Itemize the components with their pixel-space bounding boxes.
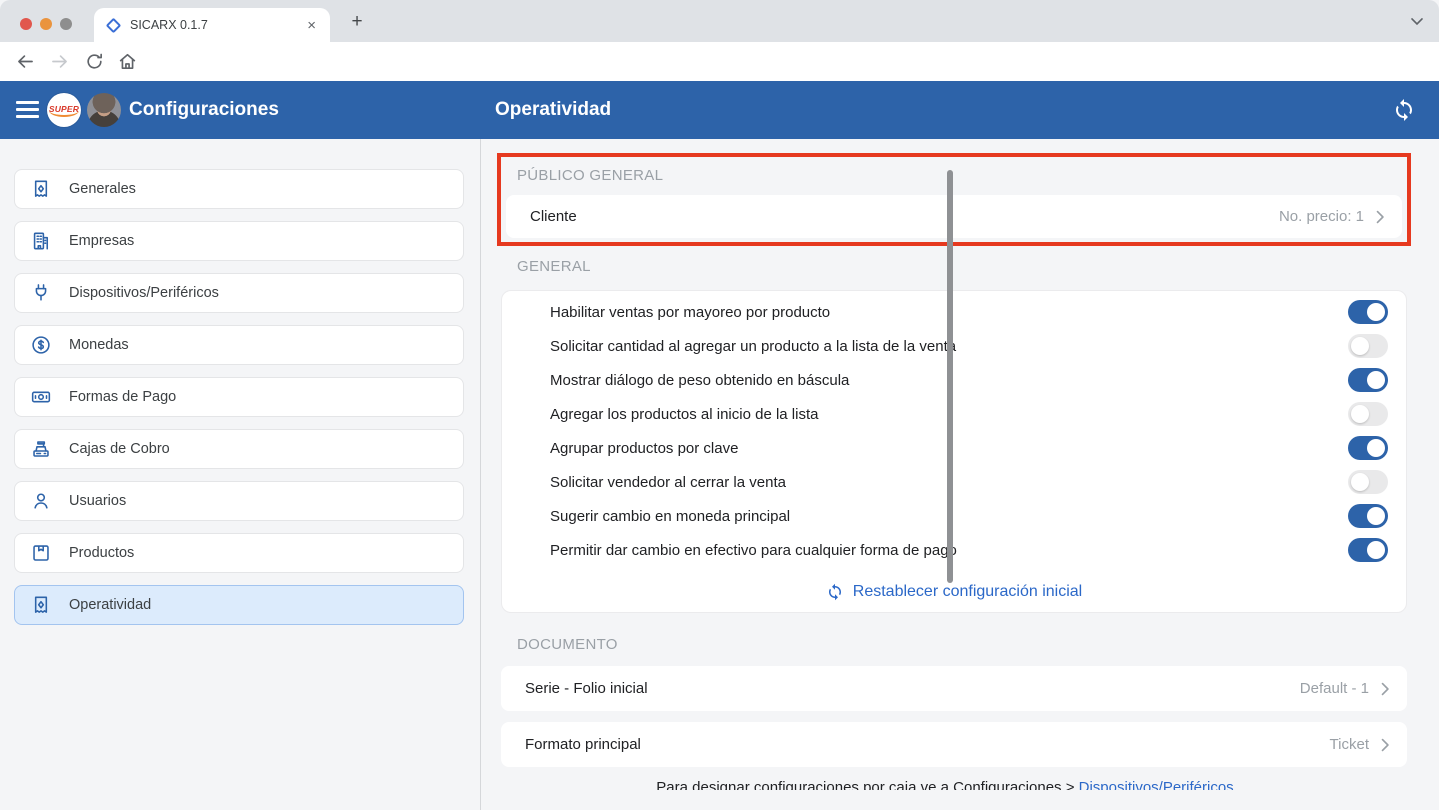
receipt-icon — [30, 178, 52, 200]
home-icon[interactable] — [117, 51, 138, 72]
toggle-row: Permitir dar cambio en efectivo para cua… — [502, 533, 1406, 567]
cliente-row[interactable]: Cliente No. precio: 1 — [506, 195, 1402, 238]
close-tab-icon[interactable]: × — [303, 17, 320, 34]
section-heading-publico-general: PÚBLICO GENERAL — [517, 167, 663, 184]
row-label: Serie - Folio inicial — [525, 680, 1300, 697]
formato-principal-row[interactable]: Formato principal Ticket — [501, 722, 1407, 767]
sidebar-item-cajas-de-cobro[interactable]: Cajas de Cobro — [14, 429, 464, 469]
chevron-right-icon — [1375, 735, 1395, 755]
browser-toolbar: app.sicarx.com/settings/operability — [0, 42, 1439, 81]
cash-register-icon — [30, 438, 52, 460]
minimize-window-button[interactable] — [40, 18, 52, 30]
toggle-switch-5-off[interactable] — [1348, 470, 1388, 494]
site-favicon-icon — [106, 17, 122, 33]
window-controls — [20, 17, 80, 35]
section-heading-documento: DOCUMENTO — [517, 636, 618, 653]
user-avatar[interactable] — [87, 93, 121, 127]
sidebar-item-monedas[interactable]: Monedas — [14, 325, 464, 365]
page-title: Operatividad — [495, 81, 611, 139]
settings-content: PÚBLICO GENERAL Cliente No. precio: 1 GE… — [481, 139, 1439, 810]
refresh-icon[interactable] — [1392, 98, 1416, 122]
sidebar-item-operatividad[interactable]: Operatividad — [14, 585, 464, 625]
toggle-switch-2-on[interactable] — [1348, 368, 1388, 392]
chevron-right-icon — [1370, 207, 1390, 227]
toggle-switch-6-on[interactable] — [1348, 504, 1388, 528]
toggle-switch-7-on[interactable] — [1348, 538, 1388, 562]
reset-config-label: Restablecer configuración inicial — [853, 583, 1082, 601]
menu-icon[interactable] — [16, 101, 39, 118]
banknote-icon — [30, 386, 52, 408]
tab-title: SICARX 0.1.7 — [130, 18, 303, 32]
toggle-row: Agregar los productos al inicio de la li… — [502, 397, 1406, 431]
sidebar-item-dispositivos-perifericos[interactable]: Dispositivos/Periféricos — [14, 273, 464, 313]
sidebar-item-productos[interactable]: Productos — [14, 533, 464, 573]
row-value: Default - 1 — [1300, 680, 1369, 697]
zoom-window-button[interactable] — [60, 18, 72, 30]
row-label: Formato principal — [525, 736, 1330, 753]
tab-strip: SICARX 0.1.7 × + — [0, 0, 1439, 42]
sidebar-title: Configuraciones — [129, 81, 279, 139]
footer-note-link[interactable]: Dispositivos/Periféricos — [1079, 779, 1234, 790]
general-settings-card: Habilitar ventas por mayoreo por product… — [501, 290, 1407, 613]
settings-sidebar: Generales Empresas Dispositivos/Periféri… — [0, 139, 481, 810]
toggle-row: Mostrar diálogo de peso obtenido en básc… — [502, 363, 1406, 397]
footer-note: Para designar configuraciones por caja v… — [481, 779, 1409, 790]
plug-icon — [30, 282, 52, 304]
row-label: Cliente — [530, 208, 1279, 225]
back-icon[interactable] — [15, 51, 36, 72]
box-icon — [30, 542, 52, 564]
toggle-row: Agrupar productos por clave — [502, 431, 1406, 465]
close-window-button[interactable] — [20, 18, 32, 30]
toggle-switch-1-off[interactable] — [1348, 334, 1388, 358]
reset-refresh-icon — [826, 583, 844, 601]
building-icon — [30, 230, 52, 252]
forward-icon[interactable] — [49, 51, 70, 72]
row-value: No. precio: 1 — [1279, 208, 1364, 225]
toggle-row: Solicitar vendedor al cerrar la venta — [502, 465, 1406, 499]
app-header: SUPER Configuraciones Operatividad — [0, 81, 1439, 139]
user-icon — [30, 490, 52, 512]
browser-window: SICARX 0.1.7 × + app.sicarx.com/settings… — [0, 0, 1439, 810]
toggle-switch-0-on[interactable] — [1348, 300, 1388, 324]
scrollbar-thumb[interactable] — [947, 170, 953, 583]
dollar-circle-icon — [30, 334, 52, 356]
reload-icon[interactable] — [84, 51, 105, 72]
row-value: Ticket — [1330, 736, 1369, 753]
main-area: Generales Empresas Dispositivos/Periféri… — [0, 139, 1439, 810]
section-heading-general: GENERAL — [517, 258, 591, 275]
toggle-switch-4-on[interactable] — [1348, 436, 1388, 460]
sidebar-item-generales[interactable]: Generales — [14, 169, 464, 209]
serie-folio-row[interactable]: Serie - Folio inicial Default - 1 — [501, 666, 1407, 711]
sidebar-item-formas-de-pago[interactable]: Formas de Pago — [14, 377, 464, 417]
toggle-row: Habilitar ventas por mayoreo por product… — [502, 295, 1406, 329]
highlighted-section-publico-general: PÚBLICO GENERAL Cliente No. precio: 1 — [497, 153, 1411, 246]
tab-search-chevron-icon[interactable] — [1407, 11, 1427, 31]
toggle-row: Sugerir cambio en moneda principal — [502, 499, 1406, 533]
toggle-row: Solicitar cantidad al agregar un product… — [502, 329, 1406, 363]
receipt-icon — [30, 594, 52, 616]
toggle-switch-3-off[interactable] — [1348, 402, 1388, 426]
sidebar-item-empresas[interactable]: Empresas — [14, 221, 464, 261]
chevron-right-icon — [1375, 679, 1395, 699]
store-logo: SUPER — [47, 93, 81, 127]
store-logo-text: SUPER — [49, 104, 79, 117]
sidebar-item-usuarios[interactable]: Usuarios — [14, 481, 464, 521]
new-tab-button[interactable]: + — [344, 9, 370, 35]
reset-config-link[interactable]: Restablecer configuración inicial — [502, 571, 1406, 613]
browser-tab[interactable]: SICARX 0.1.7 × — [94, 8, 330, 42]
